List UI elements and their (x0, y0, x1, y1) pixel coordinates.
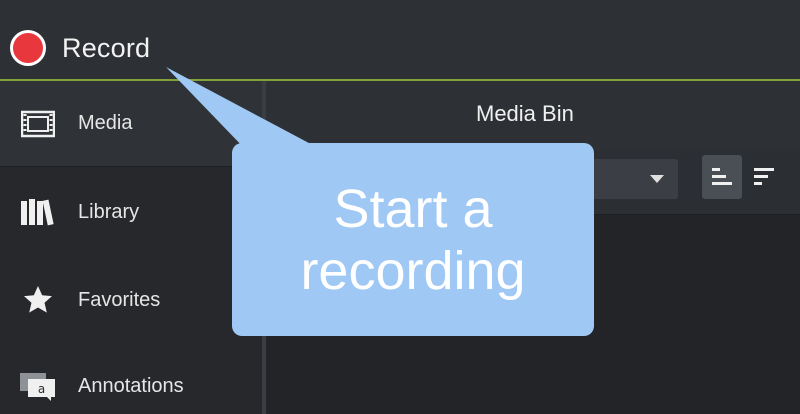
annotation-icon: a (18, 368, 58, 404)
star-icon (18, 282, 58, 318)
sidebar-item-label: Media (78, 112, 133, 134)
top-toolbar: Record (0, 0, 800, 81)
film-icon (18, 106, 58, 142)
sidebar-item-library[interactable]: Library (0, 169, 262, 255)
page-title: Media Bin (476, 101, 574, 126)
chevron-down-icon (650, 175, 664, 183)
sidebar: Media Library Favorites a Annotations (0, 81, 262, 414)
sidebar-item-label: Library (78, 200, 140, 223)
books-icon (18, 194, 58, 230)
record-label: Record (62, 32, 151, 63)
sort-icon (754, 168, 774, 185)
sidebar-item-annotations[interactable]: a Annotations (0, 343, 262, 414)
details-view-button[interactable] (702, 155, 742, 199)
sidebar-item-media[interactable]: Media (0, 81, 262, 167)
sidebar-item-favorites[interactable]: Favorites (0, 257, 262, 343)
media-bin-header: Media Bin (266, 81, 800, 151)
callout-text: Start a recording (300, 178, 526, 301)
record-button[interactable]: Record (10, 27, 150, 69)
tooltip-callout: Start a recording (232, 143, 594, 336)
sidebar-item-label: Favorites (78, 288, 161, 311)
svg-text:a: a (38, 382, 45, 396)
list-view-icon (712, 168, 732, 185)
sort-view-button[interactable] (744, 155, 784, 199)
record-icon (10, 30, 46, 66)
sidebar-item-label: Annotations (78, 374, 184, 397)
